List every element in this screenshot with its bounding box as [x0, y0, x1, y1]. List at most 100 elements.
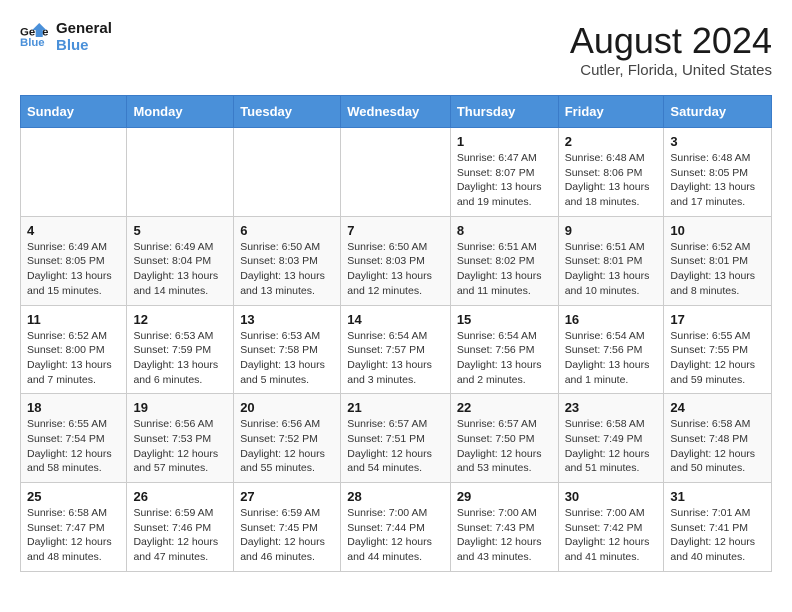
day-info: Sunrise: 6:58 AMSunset: 7:47 PMDaylight:…: [27, 506, 120, 565]
cell-w1-d4: [341, 128, 451, 217]
day-info: Sunrise: 6:51 AMSunset: 8:02 PMDaylight:…: [457, 240, 552, 299]
day-info: Sunrise: 6:48 AMSunset: 8:06 PMDaylight:…: [565, 151, 658, 210]
day-info: Sunrise: 6:58 AMSunset: 7:49 PMDaylight:…: [565, 417, 658, 476]
day-number: 8: [457, 223, 552, 238]
col-thursday: Thursday: [450, 96, 558, 128]
day-number: 2: [565, 134, 658, 149]
day-info: Sunrise: 6:55 AMSunset: 7:54 PMDaylight:…: [27, 417, 120, 476]
cell-w4-d5: 22 Sunrise: 6:57 AMSunset: 7:50 PMDayligh…: [450, 394, 558, 483]
day-info: Sunrise: 6:54 AMSunset: 7:56 PMDaylight:…: [565, 329, 658, 388]
cell-w2-d7: 10Sunrise: 6:52 AMSunset: 8:01 PMDayligh…: [664, 216, 772, 305]
day-info: Sunrise: 6:59 AMSunset: 7:45 PMDaylight:…: [240, 506, 334, 565]
day-info: Sunrise: 6:52 AMSunset: 8:01 PMDaylight:…: [670, 240, 765, 299]
cell-w5-d7: 31Sunrise: 7:01 AMSunset: 7:41 PMDayligh…: [664, 483, 772, 572]
day-info: Sunrise: 6:53 AMSunset: 7:59 PMDaylight:…: [133, 329, 227, 388]
day-number: 18: [27, 400, 120, 415]
week-row-1: 1 Sunrise: 6:47 AMSunset: 8:07 PMDaylight…: [21, 128, 772, 217]
day-number: 22: [457, 400, 552, 415]
cell-w2-d5: 8 Sunrise: 6:51 AMSunset: 8:02 PMDaylight…: [450, 216, 558, 305]
day-number: 28: [347, 489, 444, 504]
col-saturday: Saturday: [664, 96, 772, 128]
week-row-5: 25 Sunrise: 6:58 AMSunset: 7:47 PMDayligh…: [21, 483, 772, 572]
cell-w3-d6: 16 Sunrise: 6:54 AMSunset: 7:56 PMDayligh…: [558, 305, 664, 394]
day-number: 1: [457, 134, 552, 149]
cell-w1-d2: [127, 128, 234, 217]
day-info: Sunrise: 6:48 AMSunset: 8:05 PMDaylight:…: [670, 151, 765, 210]
day-info: Sunrise: 6:56 AMSunset: 7:52 PMDaylight:…: [240, 417, 334, 476]
cell-w1-d5: 1 Sunrise: 6:47 AMSunset: 8:07 PMDaylight…: [450, 128, 558, 217]
day-info: Sunrise: 6:56 AMSunset: 7:53 PMDaylight:…: [133, 417, 227, 476]
day-info: Sunrise: 6:54 AMSunset: 7:57 PMDaylight:…: [347, 329, 444, 388]
day-info: Sunrise: 6:59 AMSunset: 7:46 PMDaylight:…: [133, 506, 227, 565]
day-number: 19: [133, 400, 227, 415]
day-number: 11: [27, 312, 120, 327]
cell-w1-d1: [21, 128, 127, 217]
day-info: Sunrise: 6:50 AMSunset: 8:03 PMDaylight:…: [347, 240, 444, 299]
day-info: Sunrise: 7:00 AMSunset: 7:42 PMDaylight:…: [565, 506, 658, 565]
cell-w4-d6: 23 Sunrise: 6:58 AMSunset: 7:49 PMDayligh…: [558, 394, 664, 483]
title-section: August 2024 Cutler, Florida, United Stat…: [570, 20, 772, 79]
day-info: Sunrise: 6:49 AMSunset: 8:05 PMDaylight:…: [27, 240, 120, 299]
day-number: 14: [347, 312, 444, 327]
cell-w5-d3: 27 Sunrise: 6:59 AMSunset: 7:45 PMDayligh…: [234, 483, 341, 572]
day-number: 3: [670, 134, 765, 149]
cell-w3-d5: 15 Sunrise: 6:54 AMSunset: 7:56 PMDayligh…: [450, 305, 558, 394]
cell-w1-d6: 2 Sunrise: 6:48 AMSunset: 8:06 PMDaylight…: [558, 128, 664, 217]
day-number: 30: [565, 489, 658, 504]
day-number: 16: [565, 312, 658, 327]
day-number: 25: [27, 489, 120, 504]
cell-w2-d3: 6Sunrise: 6:50 AMSunset: 8:03 PMDaylight…: [234, 216, 341, 305]
day-info: Sunrise: 6:51 AMSunset: 8:01 PMDaylight:…: [565, 240, 658, 299]
day-number: 23: [565, 400, 658, 415]
cell-w3-d2: 12 Sunrise: 6:53 AMSunset: 7:59 PMDayligh…: [127, 305, 234, 394]
day-info: Sunrise: 6:53 AMSunset: 7:58 PMDaylight:…: [240, 329, 334, 388]
cell-w3-d3: 13 Sunrise: 6:53 AMSunset: 7:58 PMDayligh…: [234, 305, 341, 394]
day-number: 24: [670, 400, 765, 415]
col-tuesday: Tuesday: [234, 96, 341, 128]
day-info: Sunrise: 6:52 AMSunset: 8:00 PMDaylight:…: [27, 329, 120, 388]
day-number: 21: [347, 400, 444, 415]
week-row-4: 18 Sunrise: 6:55 AMSunset: 7:54 PMDayligh…: [21, 394, 772, 483]
day-number: 31: [670, 489, 765, 504]
calendar-table: Sunday Monday Tuesday Wednesday Thursday…: [20, 95, 772, 572]
cell-w5-d1: 25 Sunrise: 6:58 AMSunset: 7:47 PMDayligh…: [21, 483, 127, 572]
day-number: 29: [457, 489, 552, 504]
logo-blue: Blue: [56, 37, 112, 54]
day-info: Sunrise: 6:58 AMSunset: 7:48 PMDaylight:…: [670, 417, 765, 476]
col-sunday: Sunday: [21, 96, 127, 128]
cell-w4-d2: 19 Sunrise: 6:56 AMSunset: 7:53 PMDayligh…: [127, 394, 234, 483]
cell-w3-d7: 17Sunrise: 6:55 AMSunset: 7:55 PMDayligh…: [664, 305, 772, 394]
day-number: 5: [133, 223, 227, 238]
day-number: 6: [240, 223, 334, 238]
cell-w4-d3: 20Sunrise: 6:56 AMSunset: 7:52 PMDayligh…: [234, 394, 341, 483]
day-info: Sunrise: 6:57 AMSunset: 7:51 PMDaylight:…: [347, 417, 444, 476]
cell-w5-d5: 29Sunrise: 7:00 AMSunset: 7:43 PMDayligh…: [450, 483, 558, 572]
day-info: Sunrise: 6:49 AMSunset: 8:04 PMDaylight:…: [133, 240, 227, 299]
page-header: General Blue General Blue August 2024 Cu…: [20, 20, 772, 79]
week-row-3: 11 Sunrise: 6:52 AMSunset: 8:00 PMDayligh…: [21, 305, 772, 394]
day-number: 12: [133, 312, 227, 327]
cell-w3-d1: 11 Sunrise: 6:52 AMSunset: 8:00 PMDayligh…: [21, 305, 127, 394]
logo: General Blue General Blue: [20, 20, 112, 54]
day-number: 13: [240, 312, 334, 327]
cell-w3-d4: 14 Sunrise: 6:54 AMSunset: 7:57 PMDayligh…: [341, 305, 451, 394]
cell-w5-d6: 30 Sunrise: 7:00 AMSunset: 7:42 PMDayligh…: [558, 483, 664, 572]
day-info: Sunrise: 6:47 AMSunset: 8:07 PMDaylight:…: [457, 151, 552, 210]
cell-w5-d2: 26Sunrise: 6:59 AMSunset: 7:46 PMDayligh…: [127, 483, 234, 572]
cell-w4-d1: 18 Sunrise: 6:55 AMSunset: 7:54 PMDayligh…: [21, 394, 127, 483]
page-title: August 2024: [570, 20, 772, 62]
cell-w4-d7: 24 Sunrise: 6:58 AMSunset: 7:48 PMDayligh…: [664, 394, 772, 483]
cell-w2-d2: 5 Sunrise: 6:49 AMSunset: 8:04 PMDaylight…: [127, 216, 234, 305]
col-wednesday: Wednesday: [341, 96, 451, 128]
cell-w1-d7: 3 Sunrise: 6:48 AMSunset: 8:05 PMDaylight…: [664, 128, 772, 217]
cell-w5-d4: 28Sunrise: 7:00 AMSunset: 7:44 PMDayligh…: [341, 483, 451, 572]
col-friday: Friday: [558, 96, 664, 128]
day-number: 17: [670, 312, 765, 327]
logo-general: General: [56, 20, 112, 37]
day-number: 27: [240, 489, 334, 504]
svg-text:Blue: Blue: [20, 37, 45, 49]
day-info: Sunrise: 6:54 AMSunset: 7:56 PMDaylight:…: [457, 329, 552, 388]
day-number: 4: [27, 223, 120, 238]
day-info: Sunrise: 6:57 AMSunset: 7:50 PMDaylight:…: [457, 417, 552, 476]
day-number: 15: [457, 312, 552, 327]
